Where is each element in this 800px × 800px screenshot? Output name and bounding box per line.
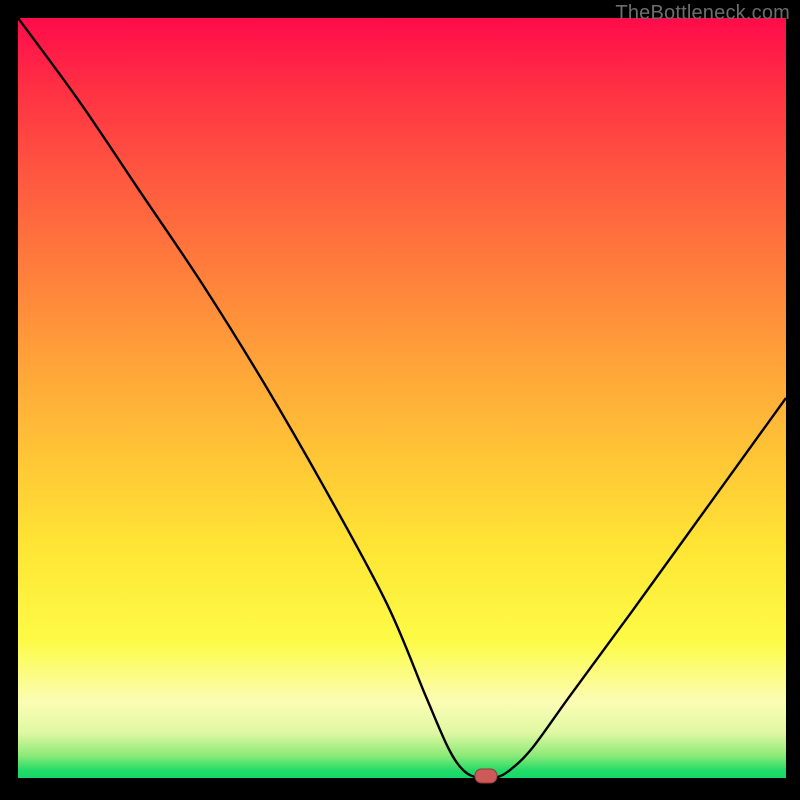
bottleneck-curve bbox=[18, 18, 786, 778]
plot-area bbox=[18, 18, 786, 778]
curve-svg bbox=[18, 18, 786, 778]
chart-frame: TheBottleneck.com bbox=[0, 0, 800, 800]
